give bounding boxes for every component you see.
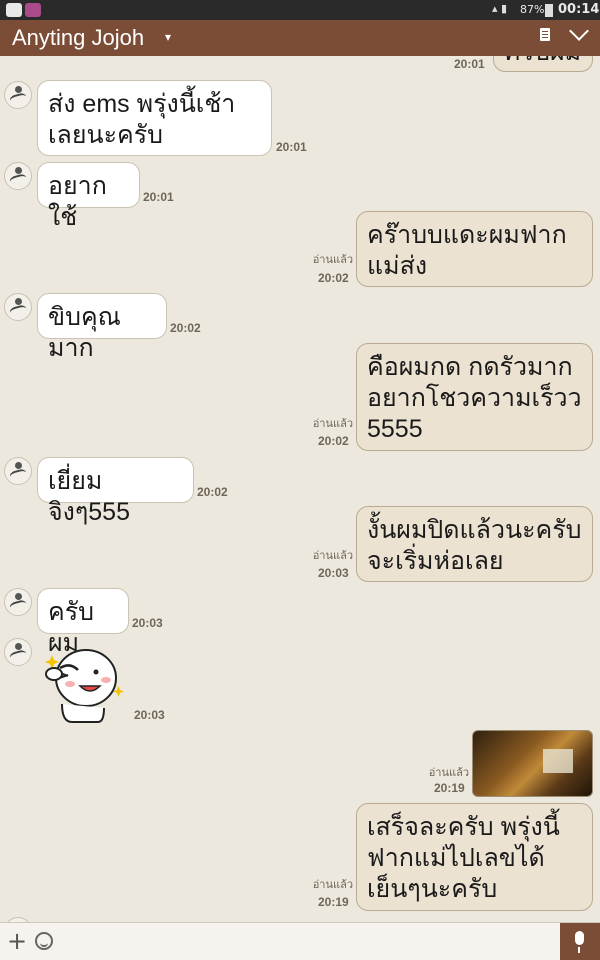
message-bubble-incoming[interactable]: เยี่ยมจิงๆ555	[37, 457, 194, 526]
emoji-icon[interactable]	[35, 932, 53, 950]
message-time: 20:01	[454, 57, 485, 71]
message-bubble-outgoing[interactable]: คือผมกด กดรัวมาก อยากโชวความเร็วว 5555	[356, 343, 593, 451]
notes-icon[interactable]	[540, 28, 550, 41]
sticker-image[interactable]	[40, 642, 126, 724]
battery-percent: 87%	[520, 3, 545, 16]
avatar[interactable]	[4, 457, 32, 485]
chat-header: Anyting Jojoh ▾	[0, 20, 600, 56]
title-dropdown-icon[interactable]: ▾	[165, 30, 171, 44]
message-time: 20:03	[134, 708, 165, 722]
microphone-icon	[575, 931, 584, 953]
chevron-down-icon[interactable]	[569, 21, 589, 41]
avatar[interactable]	[4, 293, 32, 321]
message-time: 20:02	[318, 271, 349, 285]
message-time: 20:02	[197, 485, 228, 499]
notification-app-icon	[25, 3, 41, 17]
message-bubble-outgoing[interactable]: เสร็จละครับ พรุ่งนี้ ฟากแม่ไปเลขได้ เย็น…	[356, 803, 593, 911]
photo-message[interactable]	[472, 730, 593, 797]
read-receipt: อ่านแล้ว	[312, 254, 353, 266]
message-bubble-incoming[interactable]: ส่ง ems พรุ่งนี้เช้า เลยนะครับ	[37, 80, 272, 156]
message-input-bar: +	[0, 922, 600, 960]
message-time: 20:02	[318, 434, 349, 448]
message-bubble-outgoing[interactable]: คร๊าบบแดะผมฟาก แม่ส่ง	[356, 211, 593, 287]
battery-icon	[545, 4, 553, 17]
avatar[interactable]	[4, 162, 32, 190]
message-list[interactable]: ครับผม 20:01 ส่ง ems พรุ่งนี้เช้า เลยนะค…	[0, 56, 600, 922]
signal-icon: ▴ ▮	[492, 2, 508, 15]
message-bubble-incoming[interactable]: ครับผม	[37, 588, 129, 657]
message-time: 20:19	[434, 781, 465, 795]
chat-title[interactable]: Anyting Jojoh	[12, 25, 144, 51]
message-time: 20:02	[170, 321, 201, 335]
message-time: 20:03	[132, 616, 163, 630]
read-receipt: อ่านแล้ว	[312, 418, 353, 430]
message-time: 20:19	[318, 895, 349, 909]
message-bubble-incoming[interactable]: อยากใช้	[37, 162, 140, 231]
avatar[interactable]	[4, 81, 32, 109]
status-bar: ▴ ▮ 87% 00:14	[0, 0, 600, 20]
plus-icon[interactable]: +	[7, 929, 27, 953]
message-time: 20:01	[143, 190, 174, 204]
read-receipt: อ่านแล้ว	[312, 879, 353, 891]
voice-message-button[interactable]	[560, 923, 600, 960]
read-receipt: อ่านแล้ว	[428, 767, 469, 779]
avatar[interactable]	[4, 588, 32, 616]
message-bubble-outgoing[interactable]: ครับผม	[493, 56, 593, 72]
line-app-icon	[6, 3, 22, 17]
message-bubble-outgoing[interactable]: งั้นผมปิดแล้วนะครับ จะเริ่มห่อเลย	[356, 506, 593, 582]
message-bubble-incoming[interactable]: ขิบคุณมาก	[37, 293, 167, 362]
message-time: 20:01	[276, 140, 307, 154]
read-receipt: อ่านแล้ว	[312, 550, 353, 562]
avatar[interactable]	[4, 638, 32, 666]
clock: 00:14	[558, 2, 600, 17]
message-time: 20:03	[318, 566, 349, 580]
